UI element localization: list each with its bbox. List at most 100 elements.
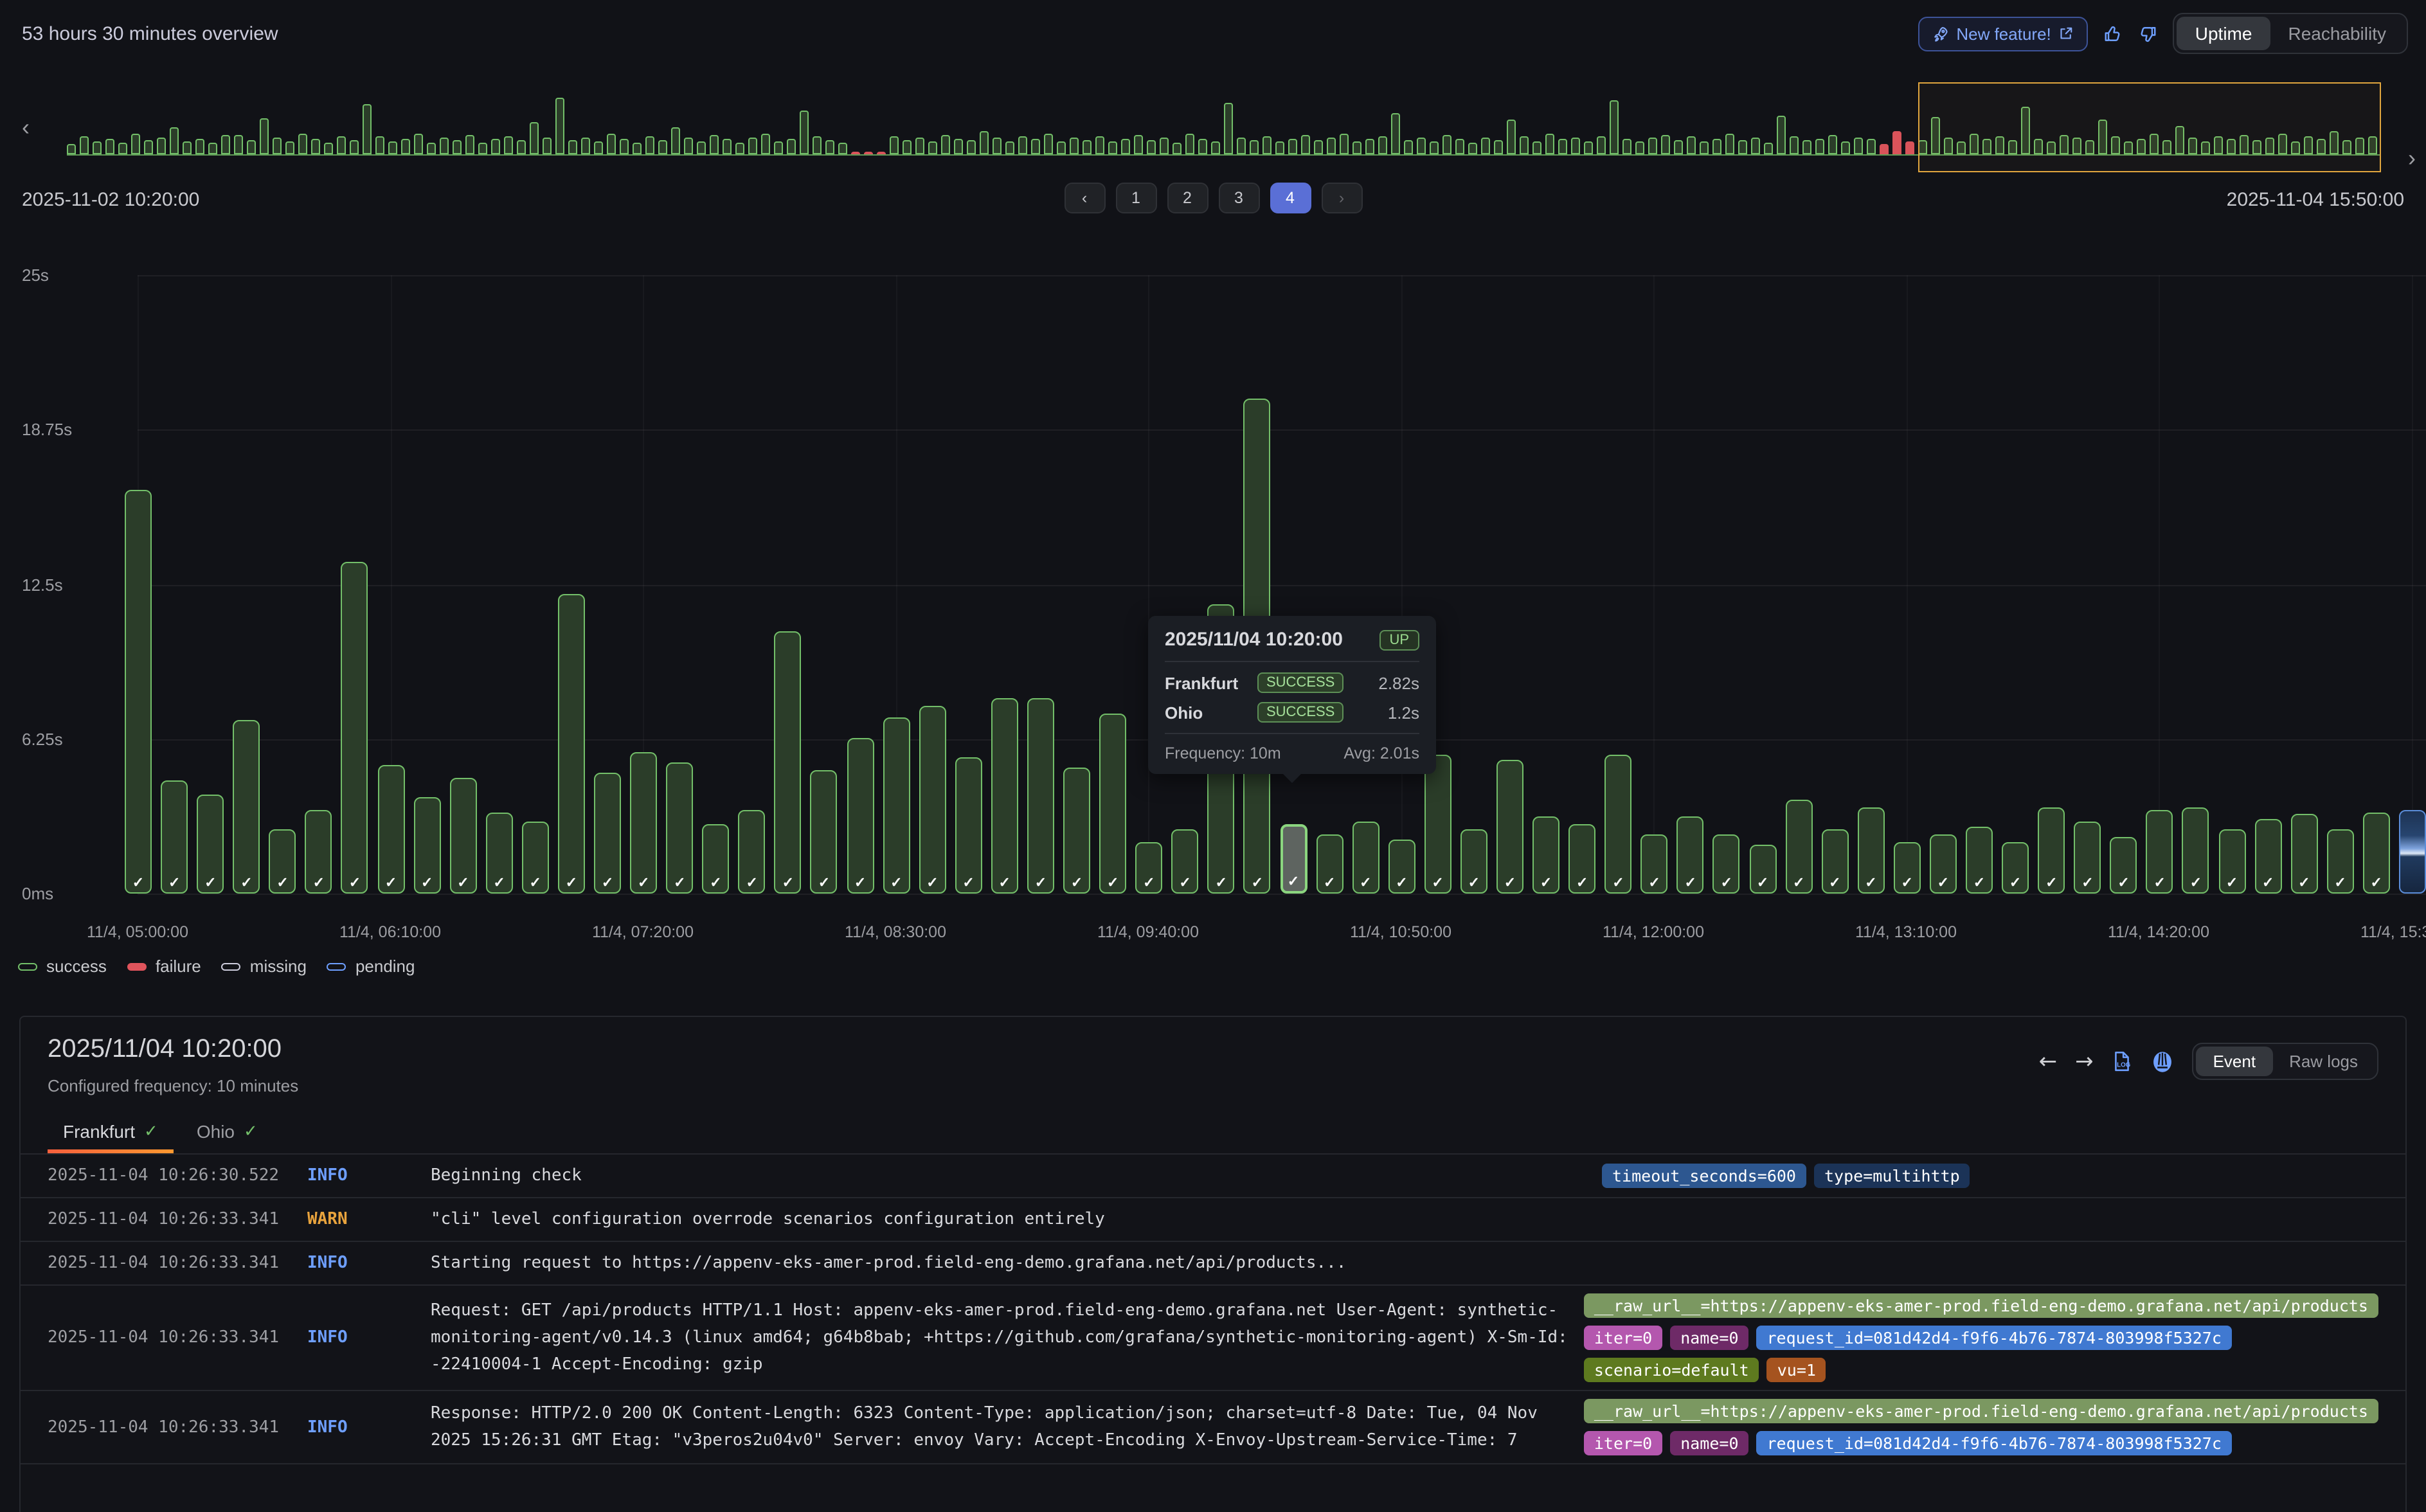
legend-item-missing[interactable]: missing [222,957,307,976]
bar-success[interactable]: ✓ [2363,812,2390,894]
bar-success[interactable]: ✓ [1172,829,1199,894]
chart-bars[interactable]: ✓✓✓✓✓✓✓✓✓✓✓✓✓✓✓✓✓✓✓✓✓✓✓✓✓✓✓✓✓✓✓✓✓✓✓✓✓✓✓✓… [125,275,2426,894]
previous-check-button[interactable]: ← [2039,1048,2058,1074]
bar-success[interactable]: ✓ [919,706,946,894]
log-tag[interactable]: vu=1 [1767,1358,1826,1382]
bar-success[interactable]: ✓ [558,594,585,894]
log-tag[interactable]: request_id=081d42d4-f9f6-4b76-7874-80399… [1757,1326,2232,1350]
bar-success[interactable]: ✓ [1135,842,1162,894]
log-tag[interactable]: name=0 [1670,1431,1748,1455]
new-feature-button[interactable]: New feature! [1918,16,2088,51]
bar-success[interactable]: ✓ [594,772,621,894]
pagination-page-1[interactable]: 1 [1115,183,1156,213]
pagination-next-button[interactable]: › [1321,183,1362,213]
bar-success[interactable]: ✓ [1966,827,1993,894]
bar-success[interactable]: ✓ [161,780,188,894]
bar-success[interactable]: ✓ [522,822,549,894]
log-file-icon[interactable]: LOG [2112,1050,2134,1072]
pagination-prev-button[interactable]: ‹ [1064,183,1105,213]
tab-reachability[interactable]: Reachability [2270,17,2404,50]
log-tag[interactable]: __raw_url__=https://appenv-eks-amer-prod… [1584,1293,2378,1318]
bar-success[interactable]: ✓ [1677,817,1704,894]
bar-success[interactable]: ✓ [1063,768,1090,894]
thumbs-down-icon[interactable] [2139,24,2158,43]
minimap-prev-icon[interactable]: ‹ [22,116,30,139]
bar-success[interactable]: ✓ [991,698,1018,894]
bar-success[interactable]: ✓ [269,829,296,894]
bar-success[interactable]: ✓ [1532,817,1559,894]
bar-success[interactable]: ✓ [125,491,152,894]
bar-success[interactable]: ✓ [1858,807,1885,894]
tab-event[interactable]: Event [2197,1047,2273,1076]
bar-success[interactable]: ✓ [1749,844,1776,894]
bar-success[interactable]: ✓ [666,762,693,894]
log-tag[interactable]: scenario=default [1584,1358,1759,1382]
bar-success[interactable]: ✓ [1930,834,1957,894]
legend-item-pending[interactable]: pending [327,957,415,976]
pagination-page-3[interactable]: 3 [1218,183,1259,213]
legend-item-failure[interactable]: failure [127,957,201,976]
bar-success[interactable]: ✓ [630,753,657,894]
bar-success[interactable]: ✓ [1460,829,1487,894]
bar-success[interactable]: ✓ [1785,800,1812,894]
log-tag[interactable]: request_id=081d42d4-f9f6-4b76-7874-80399… [1757,1431,2232,1455]
bar-success[interactable]: ✓ [703,824,730,894]
log-tag[interactable]: iter=0 [1584,1431,1662,1455]
log-tag[interactable]: timeout_seconds=600 [1602,1164,1806,1188]
bar-success[interactable]: ✓ [413,797,440,894]
bar-success[interactable]: ✓ [847,738,874,894]
bar-success[interactable]: ✓ [341,562,368,894]
bar-success[interactable]: ✓ [1713,834,1740,894]
bar-success[interactable]: ✓ [1604,755,1631,894]
bar-success[interactable]: ✓ [775,631,802,894]
bar-success[interactable]: ✓ [811,770,838,894]
log-tag[interactable]: name=0 [1670,1326,1748,1350]
bar-success[interactable]: ✓ [305,809,332,894]
bar-success[interactable]: ✓ [1352,822,1379,894]
bar-success[interactable]: ✓ [1424,755,1451,894]
bar-success[interactable]: ✓ [2218,829,2245,894]
bar-success[interactable]: ✓ [1496,760,1523,894]
minimap-selection-brush[interactable] [1918,82,2381,172]
bar-success[interactable]: ✓ [2146,809,2173,894]
log-tag[interactable]: iter=0 [1584,1326,1662,1350]
bar-success[interactable]: ✓ [2254,820,2281,894]
bar-success[interactable]: ✓ [2182,807,2209,894]
bar-pending[interactable] [2399,809,2426,894]
bar-success[interactable]: ✓ [197,795,224,894]
bar-success[interactable]: ✓ [2002,842,2029,894]
pagination-page-2[interactable]: 2 [1167,183,1208,213]
bar-success[interactable]: ✓ [1027,698,1054,894]
bar-success[interactable]: ✓ [1316,834,1343,894]
thumbs-up-icon[interactable] [2104,24,2123,43]
tab-raw-logs[interactable]: Raw logs [2272,1047,2375,1076]
minimap-next-icon[interactable]: › [2408,147,2416,170]
bar-success[interactable]: ✓ [739,809,766,894]
bar-success[interactable]: ✓ [233,721,260,894]
bar-success[interactable]: ✓ [2074,822,2101,894]
log-tag[interactable]: type=multihttp [1814,1164,1970,1188]
bar-success[interactable]: ✓ [486,812,513,894]
bar-success[interactable]: ✓ [955,757,982,894]
bar-success[interactable]: ✓ [2290,815,2317,894]
legend-item-success[interactable]: success [18,957,107,976]
bar-success-hovered[interactable]: ✓ [1280,824,1307,894]
bar-success[interactable]: ✓ [1568,824,1595,894]
bar-success[interactable]: ✓ [2110,837,2137,894]
log-tag[interactable]: __raw_url__=https://appenv-eks-amer-prod… [1584,1399,2378,1423]
bar-success[interactable]: ✓ [2038,807,2065,894]
tab-ohio[interactable]: Ohio✓ [181,1113,273,1153]
next-check-button[interactable]: → [2075,1048,2094,1074]
bar-success[interactable]: ✓ [2327,829,2354,894]
bar-success[interactable]: ✓ [1894,842,1921,894]
pagination-page-4[interactable]: 4 [1270,183,1311,213]
bar-success[interactable]: ✓ [1641,834,1668,894]
tab-uptime[interactable]: Uptime [2177,17,2270,50]
loki-logo-icon[interactable] [2152,1050,2175,1073]
bar-success[interactable]: ✓ [1821,829,1848,894]
bar-success[interactable]: ✓ [449,777,476,894]
bar-success[interactable]: ✓ [883,718,910,894]
tab-frankfurt[interactable]: Frankfurt✓ [48,1113,174,1153]
bar-success[interactable]: ✓ [1099,713,1126,894]
bar-success[interactable]: ✓ [1388,839,1415,894]
